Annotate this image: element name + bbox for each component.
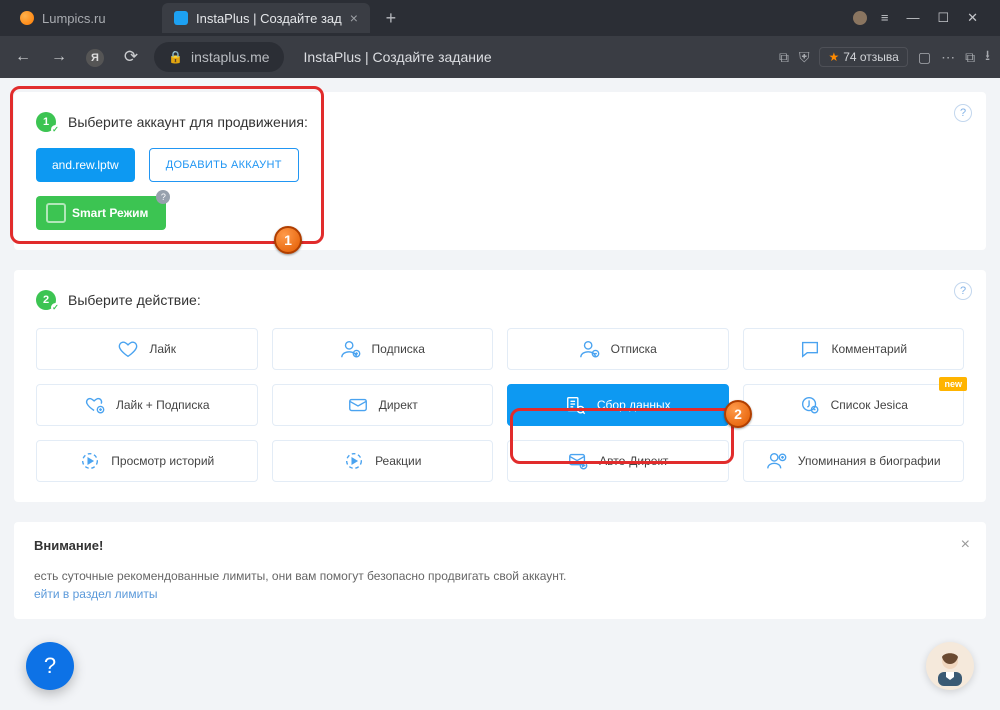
comment-icon	[799, 338, 821, 360]
heart-icon	[117, 338, 139, 360]
action-label: Отписка	[611, 342, 657, 356]
tab-label: Lumpics.ru	[42, 11, 106, 26]
step2-title: Выберите действие:	[68, 292, 201, 308]
floating-support-avatar[interactable]	[926, 642, 974, 690]
account-chip[interactable]: and.rew.lptw	[36, 148, 135, 182]
user-plus-icon	[340, 338, 362, 360]
add-account-button[interactable]: ДОБАВИТЬ АККАУНТ	[149, 148, 299, 182]
rating-pill[interactable]: ★ 74 отзыва	[819, 47, 907, 67]
step-number-badge: 2	[36, 290, 56, 310]
action-like-subscribe[interactable]: Лайк + Подписка	[36, 384, 258, 426]
action-view-stories[interactable]: Просмотр историй	[36, 440, 258, 482]
forward-icon[interactable]: →	[46, 48, 72, 66]
page-title-label: InstaPlus | Создайте задание	[304, 49, 492, 65]
close-icon[interactable]: ×	[350, 10, 358, 26]
smart-mode-row: Smart Режим ?	[36, 196, 166, 230]
minimize-icon[interactable]: —	[906, 10, 919, 26]
url-host: instaplus.me	[191, 49, 270, 65]
menu-icon[interactable]: ≡	[881, 10, 889, 26]
action-label: Лайк + Подписка	[116, 398, 210, 412]
rating-text: 74 отзыва	[843, 50, 899, 64]
action-mentions[interactable]: Упоминания в биографии	[743, 440, 965, 482]
collect-icon	[565, 394, 587, 416]
favicon-lumpics	[20, 11, 34, 25]
page-content: ? 1 Выберите аккаунт для продвижения: an…	[0, 78, 1000, 710]
play-icon	[79, 450, 101, 472]
heart-plus-icon	[84, 394, 106, 416]
star-icon: ★	[828, 50, 839, 64]
warning-link[interactable]: ейти в раздел лимиты	[34, 587, 157, 601]
profile-avatar-icon[interactable]	[853, 11, 867, 25]
smart-mode-help-icon[interactable]: ?	[156, 190, 170, 204]
user-minus-icon	[579, 338, 601, 360]
action-label: Просмотр историй	[111, 454, 214, 468]
action-label: Лайк	[149, 342, 176, 356]
mail-icon	[347, 394, 369, 416]
url-bar[interactable]: 🔒 instaplus.me	[154, 42, 284, 72]
bookmark-icon[interactable]: ▢	[918, 49, 931, 66]
browser-chrome: Lumpics.ru InstaPlus | Создайте зад × + …	[0, 0, 1000, 78]
warning-text: есть суточные рекомендованные лимиты, он…	[34, 567, 966, 603]
action-label: Подписка	[372, 342, 425, 356]
help-icon[interactable]: ?	[954, 104, 972, 122]
floating-help-button[interactable]: ?	[26, 642, 74, 690]
action-auto-direct[interactable]: Авто-Директ	[507, 440, 729, 482]
maximize-icon[interactable]: ☐	[937, 10, 949, 26]
action-subscribe[interactable]: Подписка	[272, 328, 494, 370]
step-number-badge: 1	[36, 112, 56, 132]
step1-card: ? 1 Выберите аккаунт для продвижения: an…	[14, 92, 986, 250]
close-icon[interactable]: ×	[961, 536, 970, 554]
action-unsubscribe[interactable]: Отписка	[507, 328, 729, 370]
action-collect-data[interactable]: Сбор данных	[507, 384, 729, 426]
play-heart-icon	[343, 450, 365, 472]
favicon-instaplus	[174, 11, 188, 25]
action-label: Авто-Директ	[599, 454, 668, 468]
action-jesica-list[interactable]: Список Jesica new	[743, 384, 965, 426]
actions-grid: Лайк Подписка Отписка Комментарий Лайк +…	[36, 328, 964, 482]
step2-card: ? 2 Выберите действие: Лайк Подписка Отп…	[14, 270, 986, 502]
shield-icon[interactable]: ⛨	[799, 49, 810, 66]
warning-title: Внимание!	[34, 538, 966, 553]
mention-icon	[766, 450, 788, 472]
action-label: Реакции	[375, 454, 421, 468]
action-comment[interactable]: Комментарий	[743, 328, 965, 370]
new-badge: new	[939, 377, 967, 391]
yandex-icon[interactable]: Я	[82, 48, 108, 67]
step2-header: 2 Выберите действие:	[36, 290, 964, 310]
help-icon[interactable]: ?	[954, 282, 972, 300]
extensions-icon[interactable]: ⧉	[965, 49, 975, 66]
step1-header: 1 Выберите аккаунт для продвижения:	[36, 112, 964, 132]
tab-instaplus[interactable]: InstaPlus | Создайте зад ×	[162, 3, 370, 33]
auto-mail-icon	[567, 450, 589, 472]
action-label: Список Jesica	[831, 398, 908, 412]
action-label: Упоминания в биографии	[798, 454, 941, 468]
action-like[interactable]: Лайк	[36, 328, 258, 370]
more-icon[interactable]: ⋯	[941, 49, 955, 66]
tab-label: InstaPlus | Создайте зад	[196, 11, 342, 26]
action-direct[interactable]: Директ	[272, 384, 494, 426]
download-icon[interactable]: ⭳	[985, 45, 990, 69]
action-label: Комментарий	[831, 342, 907, 356]
window-controls: ≡ — ☐ ✕	[881, 10, 992, 26]
close-window-icon[interactable]: ✕	[967, 10, 978, 26]
list-j-icon	[799, 394, 821, 416]
smart-mode-toggle[interactable]: Smart Режим	[36, 196, 166, 230]
tabs-row: Lumpics.ru InstaPlus | Создайте зад × + …	[0, 0, 1000, 36]
warning-body: есть суточные рекомендованные лимиты, он…	[34, 569, 566, 583]
new-tab-button[interactable]: +	[378, 5, 404, 31]
reload-icon[interactable]: ⟳	[118, 47, 144, 67]
action-label: Директ	[379, 398, 418, 412]
action-reactions[interactable]: Реакции	[272, 440, 494, 482]
translate-icon[interactable]: ⧉	[779, 49, 789, 66]
tab-lumpics[interactable]: Lumpics.ru	[8, 3, 158, 33]
address-bar-row: ← → Я ⟳ 🔒 instaplus.me InstaPlus | Созда…	[0, 36, 1000, 78]
accounts-row: and.rew.lptw ДОБАВИТЬ АККАУНТ	[36, 148, 964, 182]
action-label: Сбор данных	[597, 398, 671, 412]
warning-card: × Внимание! есть суточные рекомендованны…	[14, 522, 986, 619]
step1-title: Выберите аккаунт для продвижения:	[68, 114, 308, 130]
back-icon[interactable]: ←	[10, 48, 36, 66]
lock-icon: 🔒	[168, 50, 183, 64]
